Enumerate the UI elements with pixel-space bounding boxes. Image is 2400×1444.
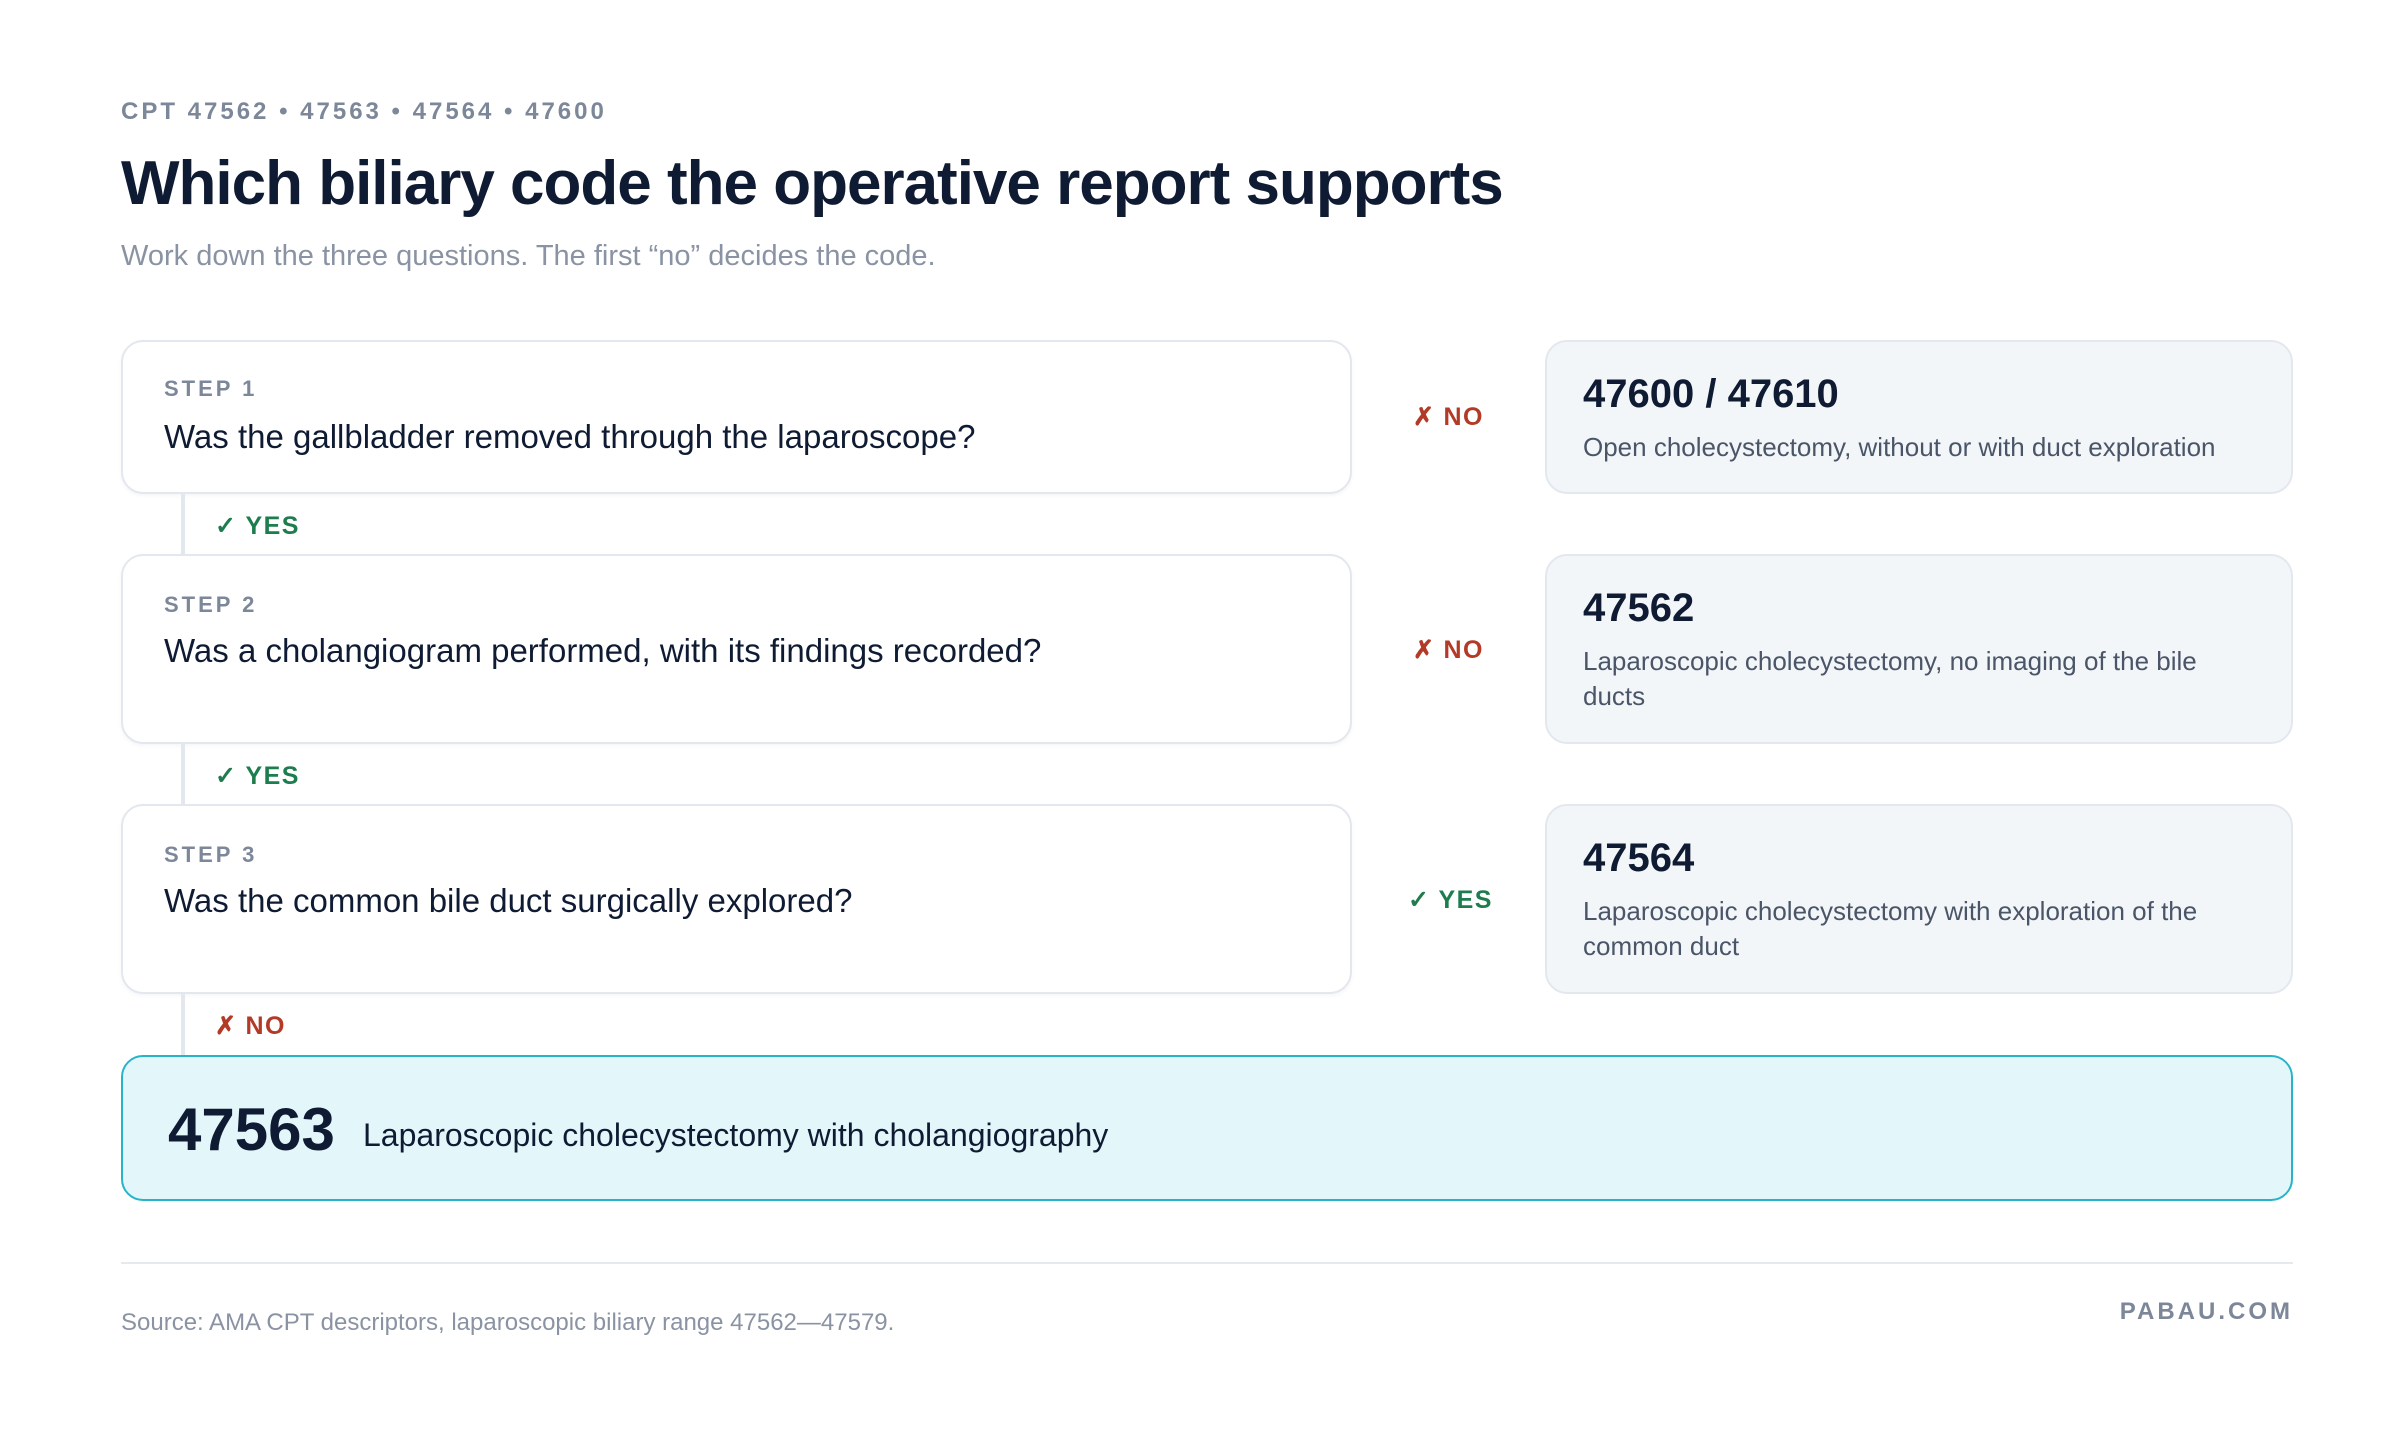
step-2-card: STEP 2 Was a cholangiogram performed, wi… (121, 554, 1352, 744)
step-3-question: Was the common bile duct surgically expl… (164, 882, 853, 919)
step-2-yes-branch: ✓ YES (215, 761, 300, 791)
cross-icon: ✗ (215, 1012, 238, 1040)
page-subtitle: Work down the three questions. The first… (121, 240, 936, 272)
step-1-yes-branch: ✓ YES (215, 511, 300, 541)
connector-line (181, 744, 185, 804)
check-icon: ✓ (215, 512, 238, 540)
source-note: Source: AMA CPT descriptors, laparoscopi… (121, 1309, 895, 1336)
step-2-label: STEP 2 (164, 592, 258, 617)
step-1-question: Was the gallbladder removed through the … (164, 418, 976, 455)
step-2-question: Was a cholangiogram performed, with its … (164, 632, 1042, 669)
outcome-description: Laparoscopic cholecystectomy with explor… (1583, 896, 2198, 961)
branch-label: NO (1443, 403, 1484, 431)
connector-line (181, 994, 185, 1055)
page-title: Which biliary code the operative report … (121, 149, 1504, 218)
step-2-no-branch: ✗ NO (1413, 635, 1484, 665)
outcome-code: 47564 (1583, 836, 1695, 880)
step-3-yes-branch: ✓ YES (1408, 885, 1493, 915)
step-1-no-branch: ✗ NO (1413, 402, 1484, 432)
brand-link[interactable]: PABAU.COM (2120, 1298, 2293, 1326)
outcome-47562-card: 47562 Laparoscopic cholecystectomy, no i… (1545, 554, 2293, 744)
step-3-label: STEP 3 (164, 842, 258, 867)
connector-line (181, 494, 185, 554)
outcome-description: Open cholecystectomy, without or with du… (1583, 432, 2216, 462)
outcome-47564-card: 47564 Laparoscopic cholecystectomy with … (1545, 804, 2293, 994)
final-code: 47563 (168, 1096, 335, 1163)
cross-icon: ✗ (1413, 403, 1436, 431)
branch-label: YES (1438, 886, 1493, 914)
step-1-label: STEP 1 (164, 376, 258, 401)
footer-divider (121, 1262, 2293, 1264)
branch-label: NO (245, 1012, 286, 1040)
outcome-47600-card: 47600 / 47610 Open cholecystectomy, with… (1545, 340, 2293, 494)
step-1-card: STEP 1 Was the gallbladder removed throu… (121, 340, 1352, 494)
step-3-no-branch: ✗ NO (215, 1011, 286, 1041)
check-icon: ✓ (1408, 886, 1431, 914)
branch-label: YES (245, 512, 300, 540)
step-3-card: STEP 3 Was the common bile duct surgical… (121, 804, 1352, 994)
check-icon: ✓ (215, 762, 238, 790)
final-description: Laparoscopic cholecystectomy with cholan… (363, 1117, 1109, 1153)
outcome-code: 47600 / 47610 (1583, 372, 1839, 416)
final-outcome-card: 47563 Laparoscopic cholecystectomy with … (121, 1055, 2293, 1201)
eyebrow-codes: CPT 47562 • 47563 • 47564 • 47600 (121, 98, 607, 125)
outcome-code: 47562 (1583, 586, 1695, 630)
branch-label: YES (245, 762, 300, 790)
branch-label: NO (1443, 636, 1484, 664)
outcome-description: Laparoscopic cholecystectomy, no imaging… (1583, 646, 2197, 711)
cross-icon: ✗ (1413, 636, 1436, 664)
